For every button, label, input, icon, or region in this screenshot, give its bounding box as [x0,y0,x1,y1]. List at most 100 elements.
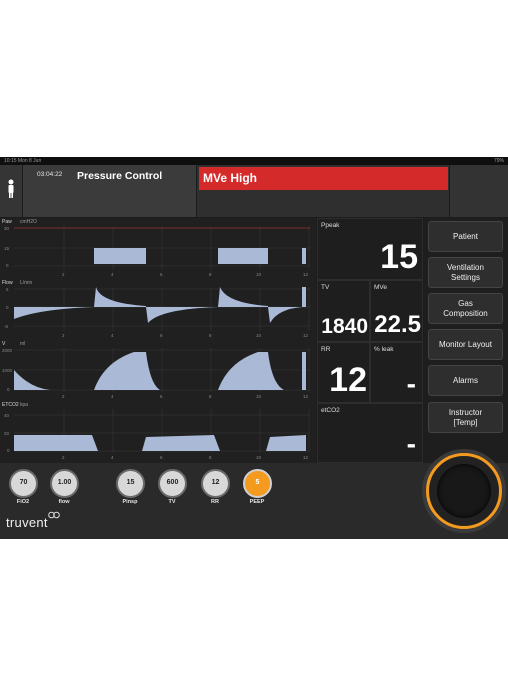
header-spare-panel [450,165,508,217]
ppeak-title: Ppeak [321,222,340,229]
waveform-area: Paw cmH2O 30 15 0 2 4 6 8 10 12 Flow L/m… [0,218,316,463]
alarm-message: MVe High [203,171,258,185]
x-tick: 8 [209,394,212,399]
tv-value: 1840 [321,315,368,338]
y-tick: -6 [4,324,8,329]
paw-waveform: Paw cmH2O 30 15 0 2 4 6 8 10 12 [0,218,316,279]
volume-plot: 2000 1000 0 2 4 6 8 10 12 [2,348,310,399]
x-tick: 10 [256,455,262,460]
tv-knob[interactable]: 600 [158,469,187,498]
leak-value: - [406,368,416,399]
instructor-button[interactable]: Instructor [Temp] [428,402,503,433]
y-tick: 0 [7,448,10,453]
mode-panel[interactable]: 03:04:22 Pressure Control [23,165,196,217]
control-bar: 70 FiO2 1.00 flow 15 Pinsp 600 TV 12 RR … [0,449,508,539]
flow-knob[interactable]: 1.00 [50,469,79,498]
y-tick: 0 [6,305,9,310]
ppeak-value: 15 [380,238,418,276]
volume-waveform: V ml 2000 1000 0 2 4 6 8 10 12 [0,340,316,401]
pinsp-label: Pinsp [122,499,138,505]
mve-title: MVe [374,284,388,291]
x-tick: 4 [111,333,114,338]
leak-title: % leak [374,346,394,353]
tv-tile[interactable]: TV 1840 [317,280,370,342]
rr-setting-value: 12 [211,479,220,486]
y-tick: 15 [4,246,10,251]
ventilation-settings-button[interactable]: Ventilation Settings [428,257,503,288]
fio2-knob[interactable]: 70 [9,469,38,498]
brand-mark-icon [48,511,60,519]
flow-label: flow [58,499,70,505]
x-tick: 8 [209,333,212,338]
mve-tile[interactable]: MVe 22.5 [370,280,423,342]
paw-plot: 30 15 0 2 4 6 8 10 12 [4,226,310,277]
patient-button[interactable]: Patient [428,221,503,252]
truvent-logo: truvent [6,515,48,530]
y-tick: 0 [7,387,10,392]
peep-knob[interactable]: 5 [243,469,272,498]
ventilation-mode: Pressure Control [77,170,163,182]
status-bar-battery: 79% [493,158,504,164]
rr-label: RR [211,499,219,505]
mve-value: 22.5 [374,311,421,338]
etco2-tile[interactable]: etCO2 - [317,403,423,463]
rr-knob[interactable]: 12 [201,469,230,498]
elapsed-time: 03:04:22 [37,171,63,178]
y-tick: 0 [6,263,9,268]
pinsp-knob[interactable]: 15 [116,469,145,498]
rr-value: 12 [329,361,367,399]
rr-title: RR [321,346,331,353]
y-tick: 6 [6,287,9,292]
x-tick: 8 [209,455,212,460]
etco2-plot: 40 20 0 2 4 6 8 10 12 [4,409,310,460]
x-tick: 2 [62,272,65,277]
etco2-waveform: ETCO2 kpa 40 20 0 2 4 6 8 10 12 [0,401,316,463]
leak-tile[interactable]: % leak - [370,342,423,403]
y-tick: 40 [4,413,10,418]
etco2-value: - [406,428,416,459]
peep-label: PEEP [249,499,265,505]
alarm-panel[interactable]: MVe High [197,165,449,217]
tv-setting-value: 600 [166,479,179,486]
ppeak-tile[interactable]: Ppeak 15 [317,218,423,280]
person-icon [8,179,14,198]
tv-title: TV [321,284,330,291]
x-tick: 6 [160,455,163,460]
x-tick: 6 [160,394,163,399]
y-tick: 2000 [2,348,13,353]
x-tick: 4 [111,455,114,460]
rotary-dial[interactable] [437,464,491,518]
etco2-title: etCO2 [321,407,340,414]
x-tick: 6 [160,333,163,338]
x-tick: 2 [62,394,65,399]
alarms-button[interactable]: Alarms [428,365,503,396]
x-tick: 6 [160,272,163,277]
flow-value: 1.00 [57,479,72,486]
status-bar-time: 10:15 Mon 8 Jun [4,158,42,164]
x-tick: 2 [62,333,65,338]
monitor-layout-button[interactable]: Monitor Layout [428,329,503,360]
y-tick: 30 [4,226,10,231]
side-menu: Patient Ventilation Settings Gas Composi… [424,218,508,463]
x-tick: 10 [256,333,262,338]
patient-icon-panel[interactable] [0,165,22,217]
y-tick: 1000 [2,368,13,373]
fio2-label: FiO2 [16,499,30,505]
peep-value: 5 [255,479,260,486]
x-tick: 12 [303,455,309,460]
x-tick: 10 [256,394,262,399]
x-tick: 12 [303,272,309,277]
rr-tile[interactable]: RR 12 [317,342,370,403]
x-tick: 12 [303,394,309,399]
status-bar: 10:15 Mon 8 Jun 79% [0,157,508,165]
ventilator-screen: 10:15 Mon 8 Jun 79% 03:04:22 Pressure Co… [0,157,508,539]
y-tick: 20 [4,431,10,436]
x-tick: 4 [111,272,114,277]
pinsp-value: 15 [126,479,135,486]
fio2-value: 70 [19,479,28,486]
alarm-banner[interactable]: MVe High [199,167,448,190]
x-tick: 2 [62,455,65,460]
flow-plot: 6 0 -6 2 4 6 8 10 12 [4,287,310,338]
gas-composition-button[interactable]: Gas Composition [428,293,503,324]
x-tick: 12 [303,333,309,338]
